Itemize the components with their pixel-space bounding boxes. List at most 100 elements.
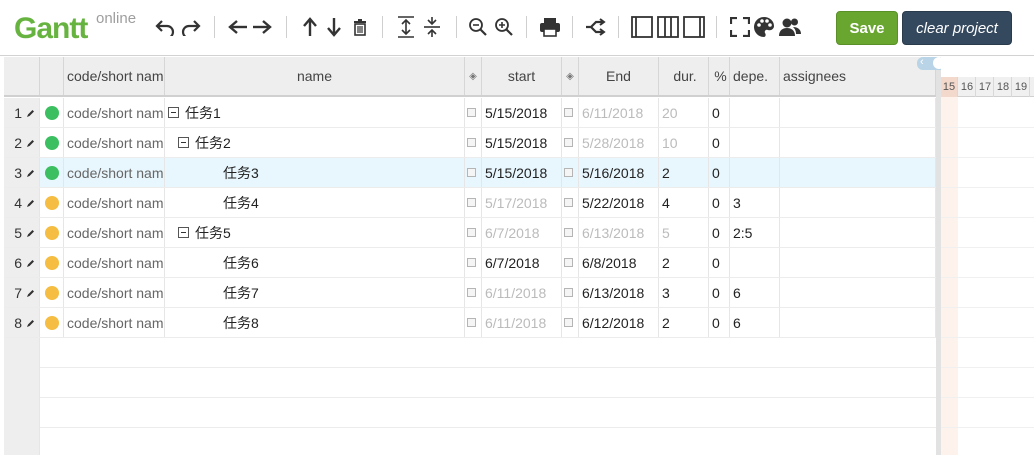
dependencies-cell[interactable]: 6: [730, 278, 780, 307]
status-cell[interactable]: [40, 98, 64, 127]
progress-cell[interactable]: 0: [709, 158, 730, 187]
name-cell[interactable]: 任务4: [165, 188, 465, 217]
status-yellow-icon[interactable]: [44, 255, 59, 270]
table-row[interactable]: 2 code/short nam 任务2 5/15/2018 5/28/2018 10 0: [4, 128, 936, 158]
progress-cell[interactable]: 0: [709, 218, 730, 247]
duration-cell[interactable]: 2: [659, 248, 709, 277]
end-milestone-cell[interactable]: [562, 218, 579, 247]
end-milestone-cell[interactable]: [562, 188, 579, 217]
name-cell[interactable]: 任务1: [165, 98, 465, 127]
pencil-icon[interactable]: [26, 165, 35, 181]
row-index[interactable]: 7: [4, 278, 40, 307]
dependencies-cell[interactable]: 6: [730, 308, 780, 337]
status-green-icon[interactable]: [44, 105, 59, 120]
start-date-cell[interactable]: 5/15/2018: [482, 158, 562, 187]
name-cell[interactable]: 任务7: [165, 278, 465, 307]
row-index[interactable]: 5: [4, 218, 40, 247]
delete-button[interactable]: [348, 14, 372, 40]
end-milestone-checkbox[interactable]: [563, 318, 573, 327]
header-assignees[interactable]: assignees: [780, 57, 936, 95]
start-milestone-checkbox[interactable]: [466, 108, 476, 117]
end-date-cell[interactable]: 5/28/2018: [579, 128, 659, 157]
code-cell[interactable]: code/short nam: [64, 248, 165, 277]
header-duration[interactable]: dur.: [659, 57, 709, 95]
code-cell[interactable]: code/short nam: [64, 98, 165, 127]
row-index[interactable]: 8: [4, 308, 40, 337]
end-date-cell[interactable]: 6/13/2018: [579, 278, 659, 307]
zoom-out-button[interactable]: [466, 14, 490, 40]
dependencies-cell[interactable]: [730, 128, 780, 157]
progress-cell[interactable]: 0: [709, 308, 730, 337]
progress-cell[interactable]: 0: [709, 188, 730, 217]
status-cell[interactable]: [40, 218, 64, 247]
start-milestone-cell[interactable]: [465, 128, 482, 157]
duration-cell[interactable]: 2: [659, 308, 709, 337]
table-row[interactable]: 3 code/short nam 任务3 5/15/2018 5/16/2018 2 0: [4, 158, 936, 188]
dependencies-cell[interactable]: [730, 158, 780, 187]
start-milestone-checkbox[interactable]: [466, 318, 476, 327]
duration-cell[interactable]: 5: [659, 218, 709, 247]
duration-cell[interactable]: 4: [659, 188, 709, 217]
start-milestone-checkbox[interactable]: [466, 168, 476, 177]
pencil-icon[interactable]: [26, 285, 35, 301]
dependencies-cell[interactable]: [730, 248, 780, 277]
start-milestone-cell[interactable]: [465, 248, 482, 277]
duration-cell[interactable]: 10: [659, 128, 709, 157]
start-date-cell[interactable]: 6/11/2018: [482, 308, 562, 337]
pencil-icon[interactable]: [26, 195, 35, 211]
start-date-cell[interactable]: 5/15/2018: [482, 98, 562, 127]
assignees-cell[interactable]: [780, 308, 936, 337]
header-end[interactable]: End: [579, 57, 659, 95]
gantt-only-button[interactable]: [682, 14, 706, 40]
start-milestone-checkbox[interactable]: [466, 258, 476, 267]
name-cell[interactable]: 任务3: [165, 158, 465, 187]
status-green-icon[interactable]: [44, 165, 59, 180]
header-start[interactable]: start: [482, 57, 562, 95]
progress-cell[interactable]: 0: [709, 98, 730, 127]
status-cell[interactable]: [40, 278, 64, 307]
status-cell[interactable]: [40, 128, 64, 157]
duration-cell[interactable]: 2: [659, 158, 709, 187]
pencil-icon[interactable]: [26, 255, 35, 271]
status-yellow-icon[interactable]: [44, 195, 59, 210]
indent-button[interactable]: [250, 14, 274, 40]
end-milestone-cell[interactable]: [562, 278, 579, 307]
undo-button[interactable]: [154, 14, 178, 40]
row-index[interactable]: 1: [4, 98, 40, 127]
progress-cell[interactable]: 0: [709, 278, 730, 307]
pencil-icon[interactable]: [26, 225, 35, 241]
status-cell[interactable]: [40, 248, 64, 277]
end-milestone-checkbox[interactable]: [563, 168, 573, 177]
end-date-cell[interactable]: 6/13/2018: [579, 218, 659, 247]
pencil-icon[interactable]: [26, 105, 35, 121]
palette-button[interactable]: [752, 14, 776, 40]
status-cell[interactable]: [40, 158, 64, 187]
start-milestone-cell[interactable]: [465, 278, 482, 307]
end-milestone-checkbox[interactable]: [563, 228, 573, 237]
end-milestone-cell[interactable]: [562, 158, 579, 187]
move-up-button[interactable]: [298, 14, 322, 40]
table-row[interactable]: 7 code/short nam 任务7 6/11/2018 6/13/2018 3 0 6: [4, 278, 936, 308]
save-button[interactable]: Save: [836, 11, 898, 45]
row-index[interactable]: 4: [4, 188, 40, 217]
row-index[interactable]: 3: [4, 158, 40, 187]
progress-cell[interactable]: 0: [709, 128, 730, 157]
assignees-cell[interactable]: [780, 218, 936, 247]
status-yellow-icon[interactable]: [44, 225, 59, 240]
header-progress[interactable]: %: [709, 57, 730, 95]
duration-cell[interactable]: 3: [659, 278, 709, 307]
header-dependencies[interactable]: depe.: [730, 57, 780, 95]
duration-cell[interactable]: 20: [659, 98, 709, 127]
assignees-cell[interactable]: [780, 98, 936, 127]
end-date-cell[interactable]: 6/11/2018: [579, 98, 659, 127]
end-milestone-cell[interactable]: [562, 308, 579, 337]
start-date-cell[interactable]: 5/15/2018: [482, 128, 562, 157]
end-milestone-checkbox[interactable]: [563, 288, 573, 297]
start-milestone-checkbox[interactable]: [466, 138, 476, 147]
start-milestone-cell[interactable]: [465, 308, 482, 337]
zoom-in-button[interactable]: [492, 14, 516, 40]
name-cell[interactable]: 任务6: [165, 248, 465, 277]
code-cell[interactable]: code/short nam: [64, 218, 165, 247]
end-date-cell[interactable]: 5/22/2018: [579, 188, 659, 217]
dependencies-cell[interactable]: [730, 98, 780, 127]
